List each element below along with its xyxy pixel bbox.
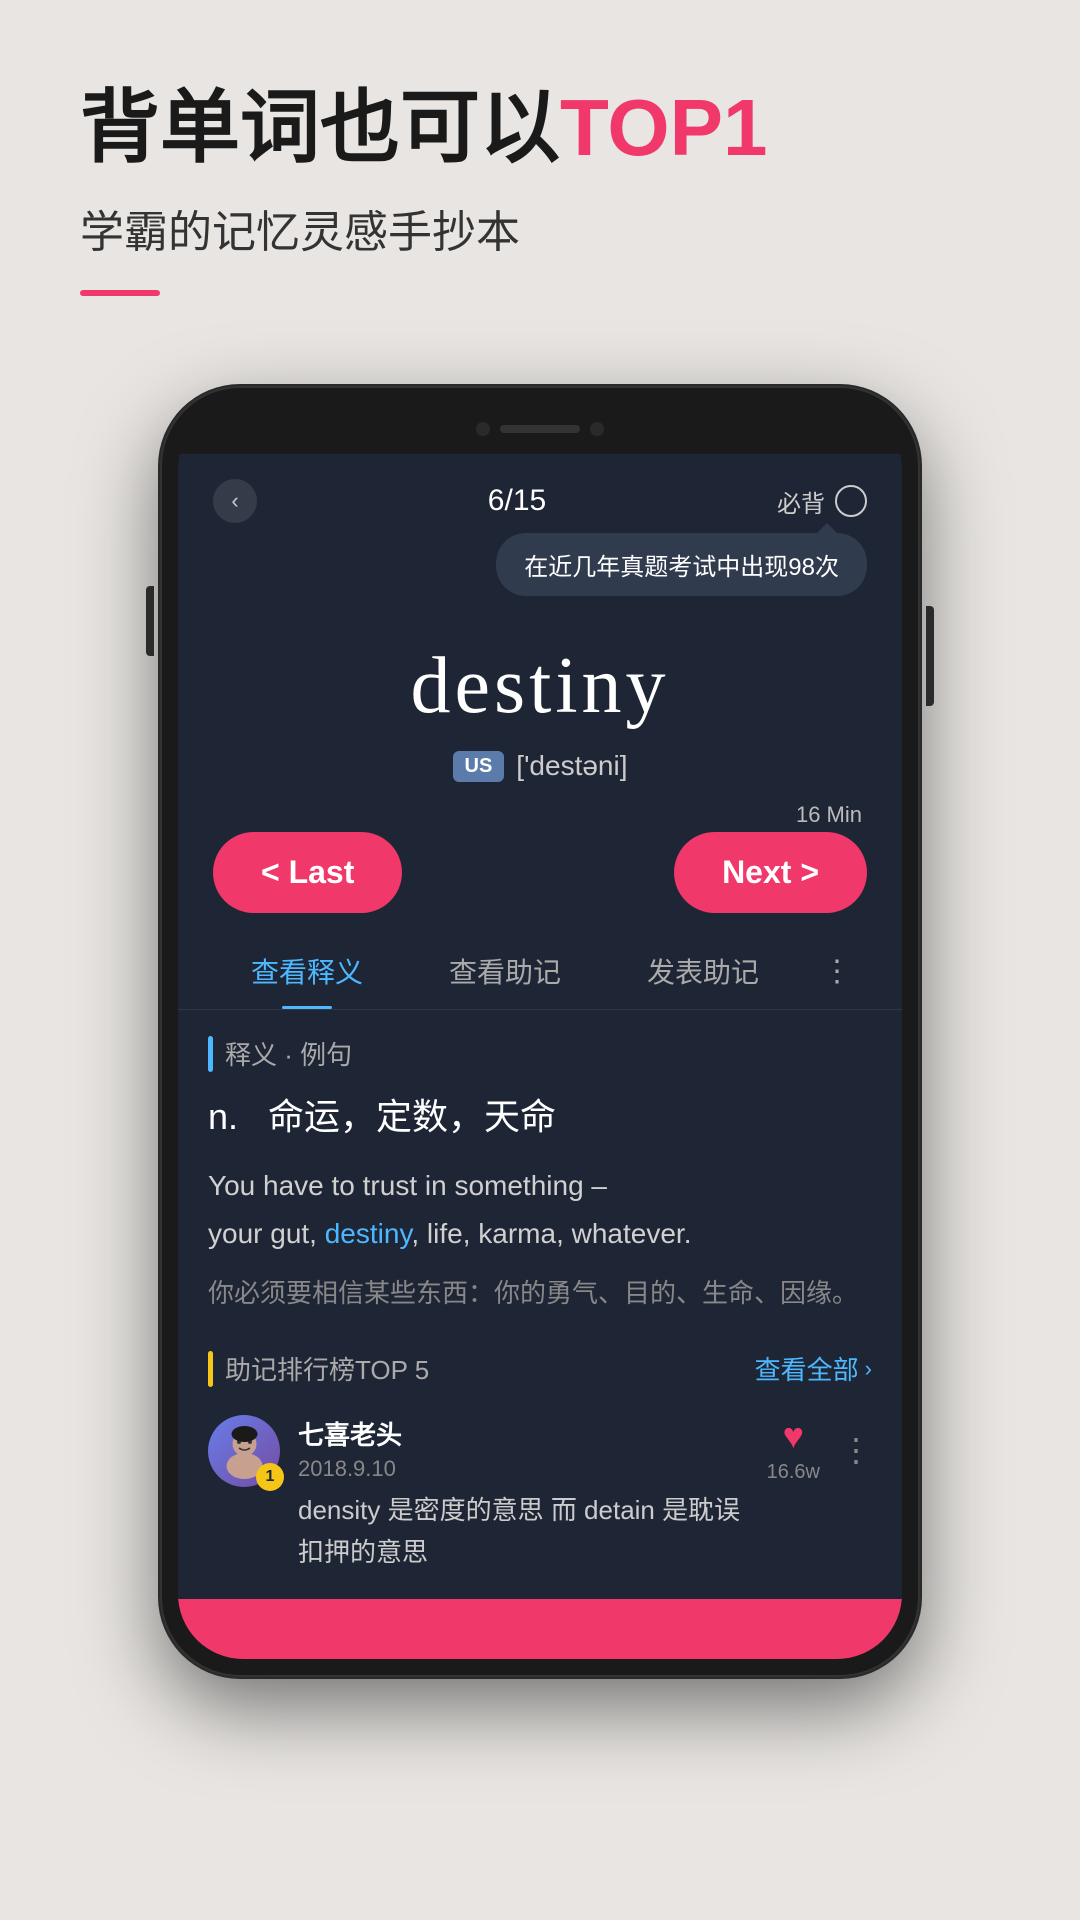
camera-dot-right	[590, 422, 604, 436]
def-section-label: 释义 · 例句	[225, 1035, 352, 1072]
definition-text: 命运，定数，天命	[268, 1096, 556, 1137]
next-button[interactable]: Next >	[674, 832, 867, 913]
tab-definition-label: 查看释义	[251, 957, 363, 988]
user-date: 2018.9.10	[298, 1456, 749, 1482]
tab-definition[interactable]: 查看释义	[208, 933, 406, 1009]
accent-line	[80, 290, 160, 296]
blue-bar-icon	[208, 1036, 213, 1072]
rank-badge: 1	[256, 1463, 284, 1491]
more-icon[interactable]: ⋮	[840, 1431, 872, 1469]
title-start: 背单词也可以	[80, 83, 560, 172]
next-button-label: Next >	[722, 854, 819, 891]
last-button[interactable]: < Last	[213, 832, 402, 913]
pronunciation: US ['destəni]	[208, 750, 872, 782]
main-title: 背单词也可以TOP1	[80, 80, 1000, 176]
must-remember-label: 必背	[777, 484, 825, 519]
def-section: 释义 · 例句 n. 命运，定数，天命 You have to trust in…	[178, 1010, 902, 1340]
view-all-chevron-icon: ›	[865, 1356, 872, 1382]
example-en: You have to trust in something – your gu…	[208, 1162, 872, 1257]
phone-top-bar	[178, 404, 902, 454]
mnemonic-section: 助记排行榜TOP 5 查看全部 ›	[178, 1340, 902, 1603]
tabs-row: 查看释义 查看助记 发表助记 ⋮	[178, 933, 902, 1010]
time-label: 16 Min	[796, 802, 862, 828]
user-actions: ♥ 16.6w ⋮	[767, 1415, 872, 1484]
section-label-def: 释义 · 例句	[208, 1035, 872, 1072]
example-cn: 你必须要相信某些东西：你的勇气、目的、生命、因缘。	[208, 1271, 872, 1315]
part-of-speech: n.	[208, 1096, 238, 1137]
user-content: density 是密度的意思 而 detain 是耽误扣押的意思	[298, 1490, 749, 1573]
phone-outer: ‹ 6/15 必背 在近几年真题考试中出现98次 destiny US	[160, 386, 920, 1677]
tab-mnemonic-label: 查看助记	[449, 957, 561, 988]
mnemonic-header: 助记排行榜TOP 5 查看全部 ›	[208, 1350, 872, 1387]
progress-text: 6/15	[488, 484, 546, 518]
back-button[interactable]: ‹	[213, 479, 257, 523]
heart-icon: ♥	[783, 1415, 804, 1457]
must-remember-circle	[835, 485, 867, 517]
example-en-part2: your gut,	[208, 1218, 325, 1249]
phonetic: ['destəni]	[516, 750, 627, 782]
word-text: destiny	[208, 641, 872, 732]
nav-buttons: 16 Min < Last Next >	[178, 802, 902, 933]
user-info: 七喜老头 2018.9.10 density 是密度的意思 而 detain 是…	[298, 1415, 749, 1573]
top-section: 背单词也可以TOP1 学霸的记忆灵感手抄本	[0, 0, 1080, 386]
user-entry: 1 七喜老头 2018.9.10 density 是密度的意思 而 detain…	[208, 1405, 872, 1583]
tab-mnemonic[interactable]: 查看助记	[406, 933, 604, 1009]
mnemonic-title-wrap: 助记排行榜TOP 5	[208, 1350, 429, 1387]
must-remember[interactable]: 必背	[777, 484, 867, 519]
word-nav: ‹ 6/15 必背	[178, 454, 902, 533]
word-main: destiny US ['destəni]	[178, 611, 902, 802]
example-en-highlight: destiny	[325, 1218, 412, 1249]
last-button-label: < Last	[261, 854, 354, 891]
example-en-part4: , life, karma, whatever.	[411, 1218, 691, 1249]
phone-wrapper: ‹ 6/15 必背 在近几年真题考试中出现98次 destiny US	[0, 386, 1080, 1677]
tab-post-mnemonic-label: 发表助记	[647, 957, 759, 988]
tab-more-icon[interactable]: ⋮	[802, 936, 872, 1007]
view-all-button[interactable]: 查看全部 ›	[755, 1350, 872, 1387]
us-badge: US	[453, 751, 505, 782]
tooltip-wrap: 在近几年真题考试中出现98次	[178, 533, 902, 611]
like-wrap[interactable]: ♥ 16.6w	[767, 1415, 820, 1484]
avatar-wrap: 1	[208, 1415, 280, 1487]
example-en-part1: You have to trust in something –	[208, 1170, 607, 1201]
phone-inner: ‹ 6/15 必背 在近几年真题考试中出现98次 destiny US	[178, 404, 902, 1659]
view-all-label: 查看全部	[755, 1350, 859, 1387]
speaker	[500, 425, 580, 433]
tab-post-mnemonic[interactable]: 发表助记	[604, 933, 802, 1009]
yellow-bar-icon	[208, 1351, 213, 1387]
camera-area	[476, 422, 604, 436]
definition-cn: n. 命运，定数，天命	[208, 1090, 872, 1144]
tooltip-bubble: 在近几年真题考试中出现98次	[496, 533, 867, 596]
phone-screen: ‹ 6/15 必背 在近几年真题考试中出现98次 destiny US	[178, 454, 902, 1659]
mnemonic-title-text: 助记排行榜TOP 5	[225, 1350, 429, 1387]
user-name: 七喜老头	[298, 1415, 749, 1452]
camera-dot	[476, 422, 490, 436]
subtitle: 学霸的记忆灵感手抄本	[80, 196, 1000, 260]
title-highlight: TOP1	[560, 83, 768, 172]
like-count: 16.6w	[767, 1461, 820, 1484]
pink-strip	[178, 1599, 902, 1659]
